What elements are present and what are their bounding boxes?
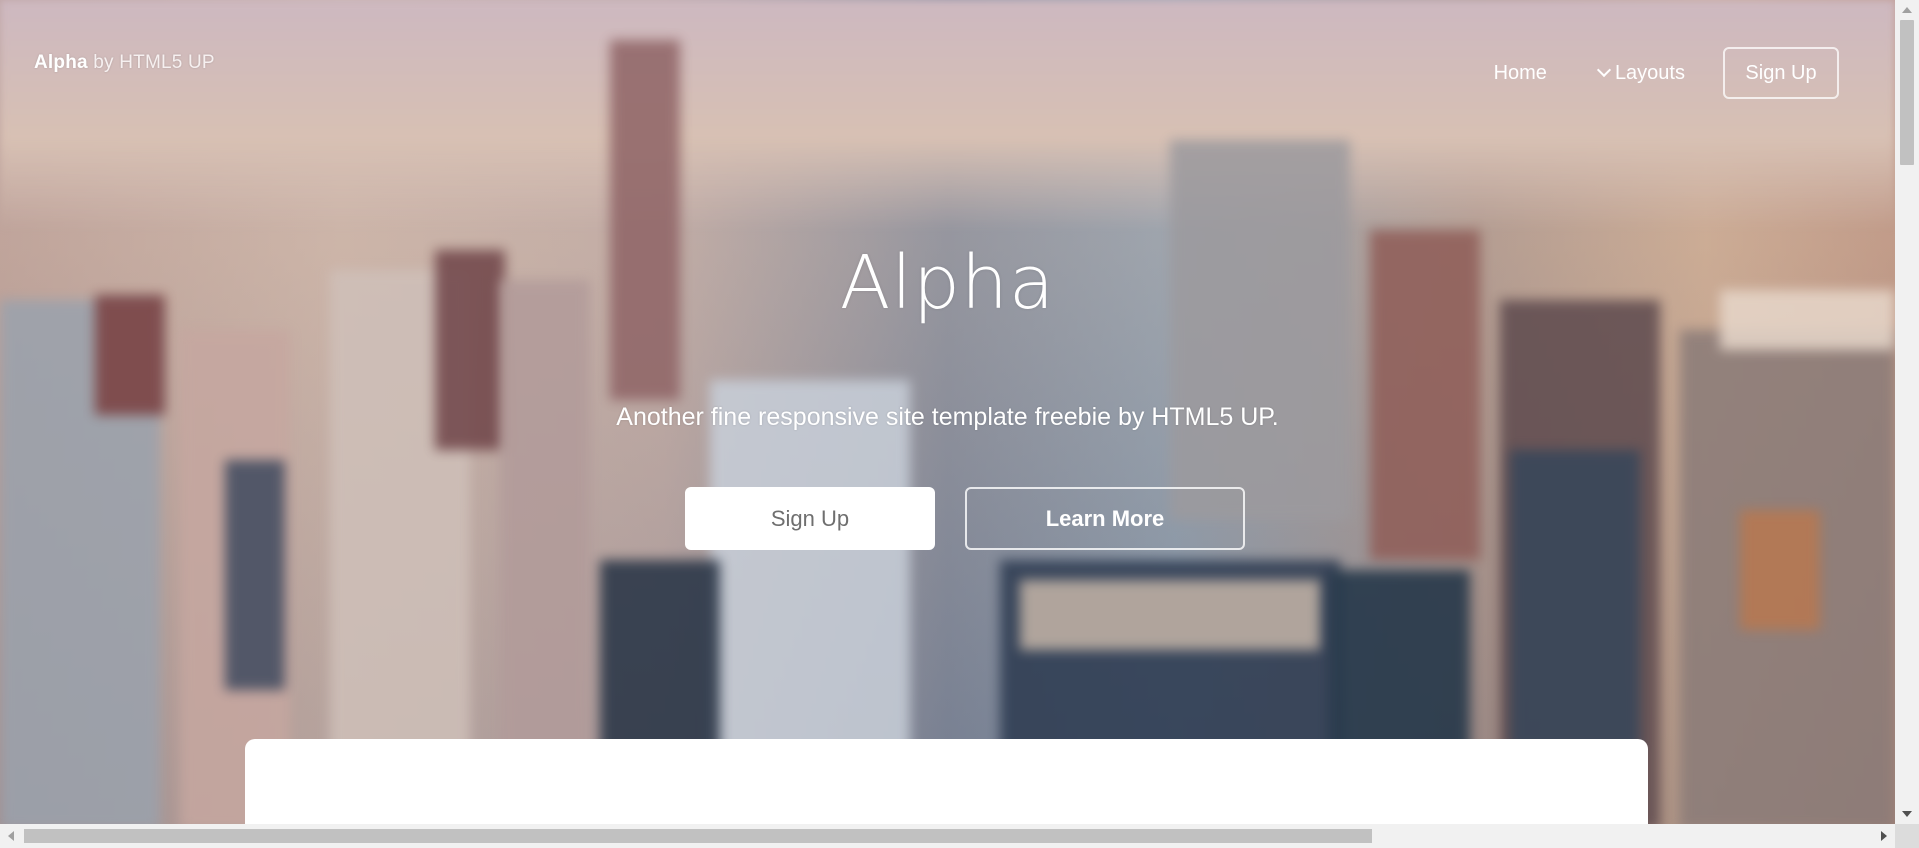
site-header: Alpha by HTML5 UP Home Layouts Sign Up xyxy=(0,0,1895,150)
vertical-scrollbar[interactable] xyxy=(1895,0,1919,824)
hero-signup-button[interactable]: Sign Up xyxy=(685,487,935,550)
scroll-left-arrow-icon[interactable] xyxy=(8,831,14,841)
nav-signup-button[interactable]: Sign Up xyxy=(1723,47,1839,99)
scroll-right-arrow-icon[interactable] xyxy=(1881,831,1887,841)
chevron-down-icon xyxy=(1596,62,1612,78)
horizontal-scroll-thumb[interactable] xyxy=(24,829,1372,843)
page-viewport: Alpha by HTML5 UP Home Layouts Sign Up A… xyxy=(0,0,1895,824)
nav-layouts-label: Layouts xyxy=(1614,61,1685,84)
hero-subtitle: Another fine responsive site template fr… xyxy=(616,403,1279,431)
nav-home-link[interactable]: Home xyxy=(1468,62,1573,85)
main-nav: Home Layouts Sign Up xyxy=(1468,47,1839,99)
scrollbar-corner xyxy=(1895,824,1919,848)
logo-bold-text: Alpha xyxy=(34,52,88,73)
main-content-card xyxy=(245,739,1648,824)
scroll-down-arrow-icon[interactable] xyxy=(1902,811,1912,817)
hero-title: Alpha xyxy=(839,240,1056,326)
nav-layouts-dropdown[interactable]: Layouts xyxy=(1573,62,1711,85)
scroll-up-arrow-icon[interactable] xyxy=(1902,7,1912,13)
vertical-scroll-thumb[interactable] xyxy=(1900,20,1914,165)
hero-actions: Sign Up Learn More xyxy=(685,487,1245,550)
hero-learn-more-button[interactable]: Learn More xyxy=(965,487,1245,550)
site-logo[interactable]: Alpha by HTML5 UP xyxy=(34,52,215,74)
horizontal-scrollbar[interactable] xyxy=(0,824,1895,848)
logo-light-text: by HTML5 UP xyxy=(93,52,215,73)
